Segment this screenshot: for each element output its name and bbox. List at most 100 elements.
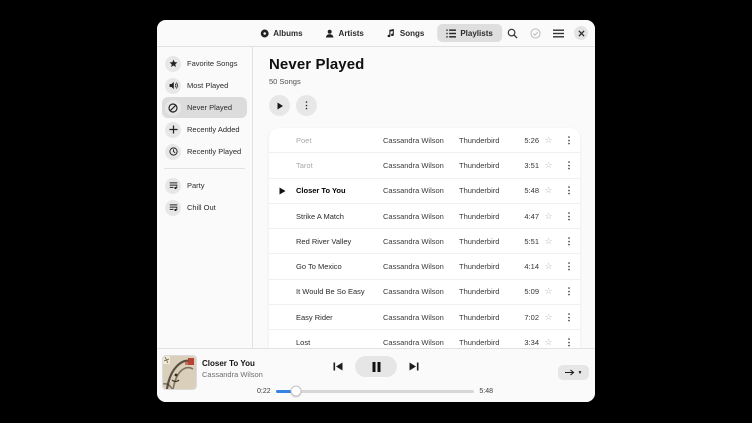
song-menu-button[interactable]: ⋮ (558, 261, 580, 272)
sidebar-item-favorite-songs[interactable]: Favorite Songs (162, 53, 247, 74)
song-row[interactable]: Go To Mexico Cassandra Wilson Thunderbir… (269, 254, 580, 279)
song-title: It Would Be So Easy (296, 287, 383, 296)
song-album: Thunderbird (459, 136, 523, 145)
sidebar-item-recently-played[interactable]: Recently Played (162, 141, 247, 162)
song-album: Thunderbird (459, 287, 523, 296)
sidebar-item-chill-out[interactable]: Chill Out (162, 197, 247, 218)
song-album: Thunderbird (459, 262, 523, 271)
song-menu-button[interactable]: ⋮ (558, 160, 580, 171)
seek-bar[interactable] (276, 390, 475, 393)
close-icon (578, 30, 585, 37)
song-menu-button[interactable]: ⋮ (558, 135, 580, 146)
favorite-star-icon[interactable]: ☆ (539, 312, 558, 323)
song-row[interactable]: Lost Cassandra Wilson Thunderbird 3:34 ☆… (269, 330, 580, 348)
now-playing-artist: Cassandra Wilson (202, 370, 263, 379)
song-title: Poet (296, 136, 383, 145)
sidebar-item-never-played[interactable]: Never Played (162, 97, 247, 118)
song-menu-button[interactable]: ⋮ (558, 312, 580, 323)
tab-playlists[interactable]: Playlists (437, 24, 501, 42)
song-row[interactable]: Closer To You Cassandra Wilson Thunderbi… (269, 179, 580, 204)
menu-button[interactable] (551, 26, 565, 40)
favorite-star-icon[interactable]: ☆ (539, 286, 558, 297)
song-duration: 4:14 (523, 262, 539, 271)
smart-playlists-list: Favorite Songs Most Played Never Played … (157, 53, 252, 162)
user-playlists-list: Party Chill Out (157, 175, 252, 218)
playlists-sidebar: Favorite Songs Most Played Never Played … (157, 47, 253, 348)
song-count: 50 Songs (269, 77, 580, 86)
pause-button[interactable] (355, 356, 397, 377)
speaker-icon (165, 78, 181, 94)
albums-icon (259, 28, 269, 38)
progress-row: 0:22 5:48 (257, 385, 493, 397)
playlist-more-button[interactable]: ⋮ (296, 95, 317, 116)
total-time: 5:48 (479, 388, 493, 395)
song-row[interactable]: Red River Valley Cassandra Wilson Thunde… (269, 229, 580, 254)
tab-artists[interactable]: Artists (316, 24, 373, 42)
song-menu-button[interactable]: ⋮ (558, 236, 580, 247)
song-album: Thunderbird (459, 186, 523, 195)
song-title: Tarot (296, 161, 383, 170)
favorite-star-icon[interactable]: ☆ (539, 211, 558, 222)
song-duration: 5:09 (523, 287, 539, 296)
song-artist: Cassandra Wilson (383, 237, 459, 246)
song-title: Go To Mexico (296, 262, 383, 271)
select-circle-icon (530, 28, 541, 39)
play-icon (276, 102, 284, 110)
sidebar-separator (164, 168, 245, 169)
song-artist: Cassandra Wilson (383, 136, 459, 145)
tab-songs[interactable]: Songs (377, 24, 433, 42)
song-menu-button[interactable]: ⋮ (558, 337, 580, 348)
song-row[interactable]: Easy Rider Cassandra Wilson Thunderbird … (269, 305, 580, 330)
kebab-menu-icon: ⋮ (302, 100, 311, 111)
desktop-background: Albums Artists Songs Playlists Favorite … (0, 0, 752, 423)
song-artist: Cassandra Wilson (383, 161, 459, 170)
songs-icon (386, 28, 396, 38)
song-artist: Cassandra Wilson (383, 262, 459, 271)
search-button[interactable] (505, 26, 519, 40)
song-artist: Cassandra Wilson (383, 186, 459, 195)
song-row[interactable]: Tarot Cassandra Wilson Thunderbird 3:51 … (269, 153, 580, 178)
song-title: Easy Rider (296, 313, 383, 322)
playlist-icon (165, 200, 181, 216)
view-switcher: Albums Artists Songs Playlists (250, 24, 502, 42)
tab-albums[interactable]: Albums (250, 24, 311, 42)
music-app-window: Albums Artists Songs Playlists Favorite … (157, 20, 595, 402)
favorite-star-icon[interactable]: ☆ (539, 261, 558, 272)
song-row[interactable]: Strike A Match Cassandra Wilson Thunderb… (269, 204, 580, 229)
previous-track-button[interactable] (333, 362, 343, 371)
sidebar-item-party[interactable]: Party (162, 175, 247, 196)
now-playing-indicator-icon (269, 187, 296, 195)
player-bar: Closer To You Cassandra Wilson 0:22 (157, 348, 595, 402)
song-title: Red River Valley (296, 237, 383, 246)
transport-controls (333, 356, 419, 377)
repeat-mode-button[interactable]: ▼ (558, 365, 589, 380)
song-title: Closer To You (296, 186, 383, 195)
favorite-star-icon[interactable]: ☆ (539, 236, 558, 247)
song-row[interactable]: It Would Be So Easy Cassandra Wilson Thu… (269, 280, 580, 305)
song-row[interactable]: Poet Cassandra Wilson Thunderbird 5:26 ☆… (269, 128, 580, 153)
sidebar-item-most-played[interactable]: Most Played (162, 75, 247, 96)
now-playing-title: Closer To You (202, 359, 263, 368)
album-art (163, 356, 196, 389)
favorite-star-icon[interactable]: ☆ (539, 337, 558, 348)
sidebar-item-recently-added[interactable]: Recently Added (162, 119, 247, 140)
close-button[interactable] (574, 26, 588, 40)
artists-icon (325, 28, 335, 38)
favorite-star-icon[interactable]: ☆ (539, 185, 558, 196)
song-artist: Cassandra Wilson (383, 287, 459, 296)
song-album: Thunderbird (459, 237, 523, 246)
favorite-star-icon[interactable]: ☆ (539, 135, 558, 146)
consecutive-play-icon (565, 369, 575, 376)
next-track-button[interactable] (409, 362, 419, 371)
seek-handle[interactable] (290, 386, 301, 397)
song-menu-button[interactable]: ⋮ (558, 286, 580, 297)
star-icon (165, 56, 181, 72)
favorite-star-icon[interactable]: ☆ (539, 160, 558, 171)
playlist-play-button[interactable] (269, 95, 290, 116)
chevron-down-icon: ▼ (578, 370, 583, 376)
song-artist: Cassandra Wilson (383, 212, 459, 221)
song-menu-button[interactable]: ⋮ (558, 185, 580, 196)
headerbar: Albums Artists Songs Playlists (157, 20, 595, 47)
song-menu-button[interactable]: ⋮ (558, 211, 580, 222)
playlist-icon (165, 178, 181, 194)
